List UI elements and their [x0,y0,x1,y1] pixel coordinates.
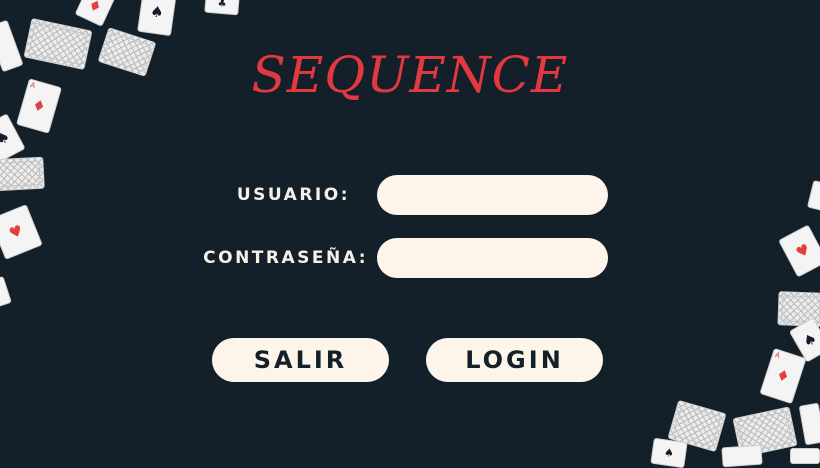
password-label: CONTRASEÑA: [203,248,368,268]
user-input[interactable] [377,175,608,215]
card-back-decoration [0,156,45,192]
playing-card-decoration [721,444,763,468]
playing-card-decoration [806,179,820,213]
playing-card-decoration: ♦ [74,0,116,27]
playing-card-decoration: ♠ [137,0,177,37]
playing-card-decoration: ♠ [650,437,688,468]
password-input[interactable] [377,238,608,278]
app-title: SEQUENCE [251,46,569,104]
playing-card-decoration: A ♦ [759,347,807,405]
exit-button[interactable]: SALIR [212,338,389,382]
playing-card-decoration: ♣ [204,0,240,16]
login-button[interactable]: LOGIN [426,338,603,382]
playing-card-decoration: ♥ [778,224,820,278]
playing-card-decoration [798,402,820,446]
playing-card-decoration [0,275,12,309]
playing-card-decoration: ♥ [0,204,43,260]
user-label: USUARIO: [236,185,350,205]
